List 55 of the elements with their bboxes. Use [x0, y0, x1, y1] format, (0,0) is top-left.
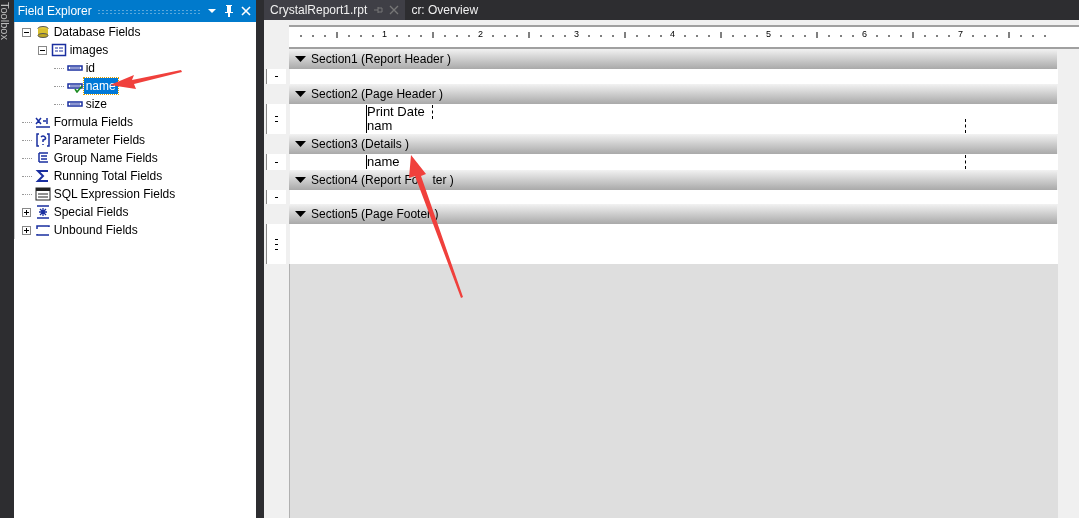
- formula-icon: [34, 115, 51, 129]
- tree-item[interactable]: Formula Fields: [51, 114, 136, 130]
- section-margin: [266, 69, 286, 84]
- expander-icon[interactable]: [38, 45, 48, 55]
- ruler-number: 5: [766, 29, 771, 39]
- toolbox-tab[interactable]: Toolbox: [0, 2, 11, 40]
- section-header[interactable]: Section3 (Details ): [289, 134, 1057, 154]
- section-title: Section1 (Report Header ): [311, 52, 452, 66]
- close-icon[interactable]: [240, 5, 253, 17]
- ruler-number: 7: [958, 29, 963, 39]
- collapse-icon[interactable]: [295, 140, 307, 148]
- tree-item[interactable]: Database Fields: [51, 24, 143, 40]
- tree-item[interactable]: size: [83, 96, 110, 112]
- section-margin: [266, 190, 286, 204]
- expander-icon[interactable]: [22, 27, 32, 37]
- ruler-number: 3: [574, 29, 579, 39]
- section-title: Section3 (Details ): [311, 137, 410, 151]
- section-margin: [266, 224, 286, 264]
- tree-item[interactable]: id: [83, 60, 98, 76]
- tree-item[interactable]: Parameter Fields: [51, 132, 148, 148]
- ruler-number: 4: [670, 29, 675, 39]
- expander-icon[interactable]: [22, 225, 32, 235]
- ruler-number: 6: [862, 29, 867, 39]
- sigma-icon: [34, 169, 51, 183]
- section-title: ter ): [432, 173, 454, 187]
- section-header[interactable]: Section2 (Page Header ): [289, 84, 1057, 104]
- tree-item[interactable]: Special Fields: [51, 204, 131, 220]
- collapse-icon[interactable]: [295, 90, 307, 98]
- tree-item[interactable]: images: [67, 42, 111, 58]
- sql-icon: [34, 187, 51, 201]
- field-object[interactable]: Print Date: [366, 105, 433, 119]
- tree-item[interactable]: Running Total Fields: [51, 168, 165, 184]
- tree-item[interactable]: Group Name Fields: [51, 150, 160, 166]
- collapse-icon[interactable]: [295, 176, 307, 184]
- tree-item[interactable]: Unbound Fields: [51, 222, 140, 238]
- document-tab[interactable]: cr: Overview: [405, 0, 485, 20]
- field-object[interactable]: nam: [366, 119, 966, 133]
- tree-item[interactable]: SQL Expression Fields: [51, 186, 178, 202]
- panel-title: Field Explorer: [17, 4, 92, 18]
- section-header[interactable]: Section1 (Report Header ): [289, 49, 1057, 69]
- parameter-icon: [34, 133, 51, 147]
- tree-item[interactable]: name: [83, 78, 118, 94]
- collapse-icon[interactable]: [295, 55, 307, 63]
- pin-icon[interactable]: [223, 4, 236, 18]
- expander-icon[interactable]: [22, 207, 32, 217]
- table-icon: [50, 43, 67, 57]
- bracket-icon: [34, 223, 51, 237]
- section-margin: [266, 104, 286, 134]
- collapse-icon[interactable]: [295, 210, 307, 218]
- section-margin: [266, 154, 286, 170]
- database-icon: [34, 25, 51, 39]
- ruler-number: 1: [382, 29, 387, 39]
- ruler-number: 2: [478, 29, 483, 39]
- section-title: Section2 (Page Header ): [311, 87, 444, 101]
- special-icon: [34, 205, 51, 219]
